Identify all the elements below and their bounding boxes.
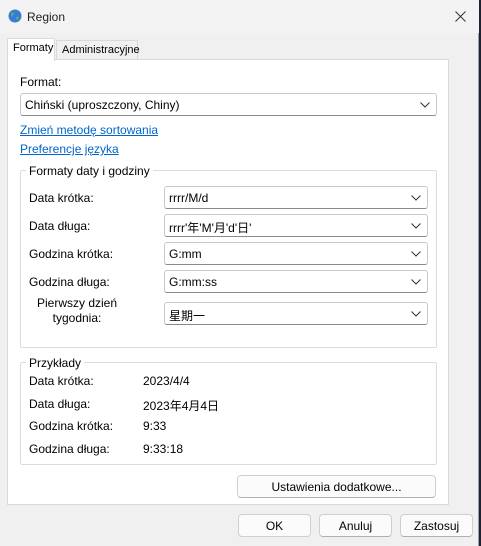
button-label: Zastosuj [413,518,460,533]
chevron-down-icon [411,251,421,257]
format-label: Format: [20,75,62,89]
example-long-time-label: Godzina długa: [29,442,110,456]
chevron-down-icon [411,311,421,317]
cancel-button[interactable]: Anuluj [319,514,392,537]
example-short-time-value: 9:33 [143,419,167,433]
tab-label: Formaty [13,42,54,54]
chevron-down-icon [411,195,421,201]
example-short-time-label: Godzina krótka: [29,419,114,433]
additional-settings-button[interactable]: Ustawienia dodatkowe... [237,475,436,498]
language-preferences-link[interactable]: Preferencje języka [20,142,119,156]
first-day-value: 星期一 [169,309,206,323]
region-dialog: Region Formaty Administracyjne Format: C… [0,0,479,546]
short-time-select[interactable]: G:mm [164,242,428,265]
examples-title: Przykłady [26,356,85,370]
example-long-time-value: 9:33:18 [143,442,184,456]
example-long-date-label: Data długa: [29,397,91,411]
tab-panel-formaty: Format: Chiński (uproszczony, Chiny) Zmi… [7,59,449,505]
tab-administracyjne[interactable]: Administracyjne [56,40,140,61]
apply-button[interactable]: Zastosuj [400,514,473,537]
button-label: OK [265,518,284,533]
long-date-select[interactable]: rrrr'年'M'月'd'日' [164,214,428,237]
chevron-down-icon [411,279,421,285]
long-date-label: Data długa: [29,219,91,233]
long-date-value: rrrr'年'M'月'd'日' [169,221,252,235]
short-date-select[interactable]: rrrr/M/d [164,186,428,209]
button-label: Ustawienia dodatkowe... [271,479,402,494]
ok-button[interactable]: OK [238,514,311,537]
example-short-date-value: 2023/4/4 [143,374,190,388]
date-time-formats-title: Formaty daty i godziny [26,164,153,178]
tab-label: Administracyjne [62,44,140,56]
title-bar: Region [0,0,479,33]
chevron-down-icon [411,223,421,229]
close-button[interactable] [441,0,479,32]
short-time-label: Godzina krótka: [29,247,114,261]
first-day-select[interactable]: 星期一 [164,302,428,325]
button-label: Anuluj [338,518,373,533]
first-day-label: Pierwszy dzień tygodnia: [36,296,118,325]
window-title: Region [27,10,66,24]
close-icon [454,10,466,22]
chevron-down-icon [420,102,430,108]
short-date-label: Data krótka: [29,191,94,205]
example-long-date-value: 2023年4月4日 [143,399,220,413]
example-short-date-label: Data krótka: [29,374,94,388]
short-date-value: rrrr/M/d [169,191,209,205]
globe-icon [8,9,22,23]
short-time-value: G:mm [169,247,202,261]
tab-formaty[interactable]: Formaty [7,38,55,61]
format-select-value: Chiński (uproszczony, Chiny) [25,98,180,112]
change-sort-link[interactable]: Zmień metodę sortowania [20,123,158,137]
long-time-value: G:mm:ss [169,275,217,289]
format-select[interactable]: Chiński (uproszczony, Chiny) [20,93,437,116]
long-time-select[interactable]: G:mm:ss [164,270,428,293]
long-time-label: Godzina długa: [29,275,110,289]
